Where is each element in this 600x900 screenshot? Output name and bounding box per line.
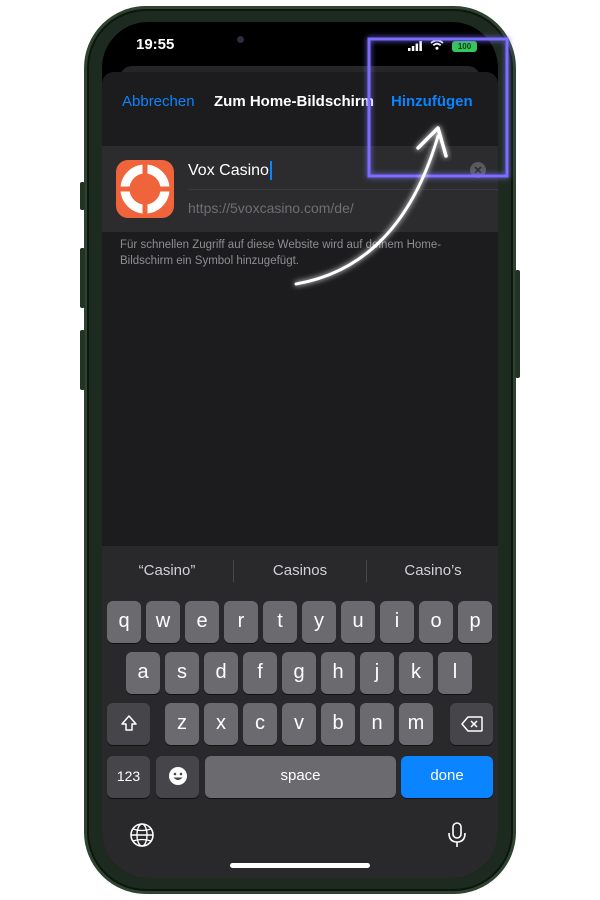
shift-key[interactable] bbox=[107, 703, 150, 745]
key-p[interactable]: p bbox=[458, 601, 492, 643]
status-time: 19:55 bbox=[136, 36, 175, 53]
key-q[interactable]: q bbox=[107, 601, 141, 643]
key-j[interactable]: j bbox=[360, 652, 394, 694]
suggestion-item[interactable]: Casino’s bbox=[370, 546, 496, 596]
key-h[interactable]: h bbox=[321, 652, 355, 694]
volume-up-button bbox=[80, 248, 85, 308]
volume-down-button bbox=[80, 330, 85, 390]
cancel-button[interactable]: Abbrechen bbox=[122, 93, 195, 110]
shift-icon bbox=[120, 715, 137, 731]
key-g[interactable]: g bbox=[282, 652, 316, 694]
key-a[interactable]: a bbox=[126, 652, 160, 694]
battery-indicator: 100 bbox=[452, 41, 477, 52]
bookmark-name-text: Vox Casino bbox=[188, 162, 269, 179]
key-u[interactable]: u bbox=[341, 601, 375, 643]
key-y[interactable]: y bbox=[302, 601, 336, 643]
key-t[interactable]: t bbox=[263, 601, 297, 643]
key-e[interactable]: e bbox=[185, 601, 219, 643]
globe-icon[interactable] bbox=[129, 822, 155, 848]
key-s[interactable]: s bbox=[165, 652, 199, 694]
wifi-icon bbox=[430, 39, 444, 50]
phone-screen: 19:55 100 Abbrechen Zum Home-Bildschirm … bbox=[102, 22, 498, 878]
suggestion-item[interactable]: “Casino” bbox=[104, 546, 230, 596]
numbers-key[interactable]: 123 bbox=[107, 756, 150, 798]
bookmark-name-input[interactable]: Vox Casino bbox=[188, 158, 484, 184]
field-divider bbox=[188, 189, 498, 190]
bookmark-url: https://5voxcasino.com/de/ bbox=[188, 200, 354, 216]
key-w[interactable]: w bbox=[146, 601, 180, 643]
key-v[interactable]: v bbox=[282, 703, 316, 745]
key-m[interactable]: m bbox=[399, 703, 433, 745]
text-caret bbox=[269, 161, 272, 181]
space-key[interactable]: space bbox=[205, 756, 396, 798]
key-b[interactable]: b bbox=[321, 703, 355, 745]
suggestion-divider bbox=[233, 560, 234, 582]
backspace-key[interactable] bbox=[450, 703, 493, 745]
key-c[interactable]: c bbox=[243, 703, 277, 745]
status-bar: 19:55 100 bbox=[102, 22, 498, 66]
front-camera bbox=[237, 36, 244, 43]
key-o[interactable]: o bbox=[419, 601, 453, 643]
suggestion-bar: “Casino” Casinos Casino’s bbox=[102, 546, 498, 596]
key-i[interactable]: i bbox=[380, 601, 414, 643]
key-z[interactable]: z bbox=[165, 703, 199, 745]
mute-switch bbox=[80, 182, 85, 210]
key-x[interactable]: x bbox=[204, 703, 238, 745]
key-f[interactable]: f bbox=[243, 652, 277, 694]
add-button[interactable]: Hinzufügen bbox=[391, 93, 473, 110]
hint-text: Für schnellen Zugriff auf diese Website … bbox=[120, 239, 442, 267]
clear-text-icon[interactable] bbox=[470, 162, 486, 178]
key-d[interactable]: d bbox=[204, 652, 238, 694]
emoji-icon bbox=[168, 767, 187, 785]
keyboard: “Casino” Casinos Casino’s q w e r t y u … bbox=[102, 546, 498, 878]
lifebuoy-icon bbox=[116, 160, 174, 218]
key-l[interactable]: l bbox=[438, 652, 472, 694]
add-to-home-sheet: Abbrechen Zum Home-Bildschirm Hinzufügen bbox=[102, 72, 498, 878]
microphone-icon[interactable] bbox=[446, 821, 468, 849]
done-key[interactable]: done bbox=[401, 756, 493, 798]
key-k[interactable]: k bbox=[399, 652, 433, 694]
sheet-nav-bar: Abbrechen Zum Home-Bildschirm Hinzufügen bbox=[102, 72, 498, 132]
emoji-key[interactable] bbox=[156, 756, 199, 798]
sheet-title: Zum Home-Bildschirm bbox=[214, 93, 375, 110]
home-indicator bbox=[230, 863, 370, 868]
backspace-icon bbox=[460, 716, 483, 732]
cellular-signal-icon bbox=[408, 41, 422, 51]
suggestion-divider bbox=[366, 560, 367, 582]
power-button bbox=[515, 270, 520, 378]
bookmark-card: Vox Casino https://5voxcasino.com/de/ bbox=[102, 146, 498, 232]
suggestion-item[interactable]: Casinos bbox=[237, 546, 363, 596]
key-n[interactable]: n bbox=[360, 703, 394, 745]
key-r[interactable]: r bbox=[224, 601, 258, 643]
